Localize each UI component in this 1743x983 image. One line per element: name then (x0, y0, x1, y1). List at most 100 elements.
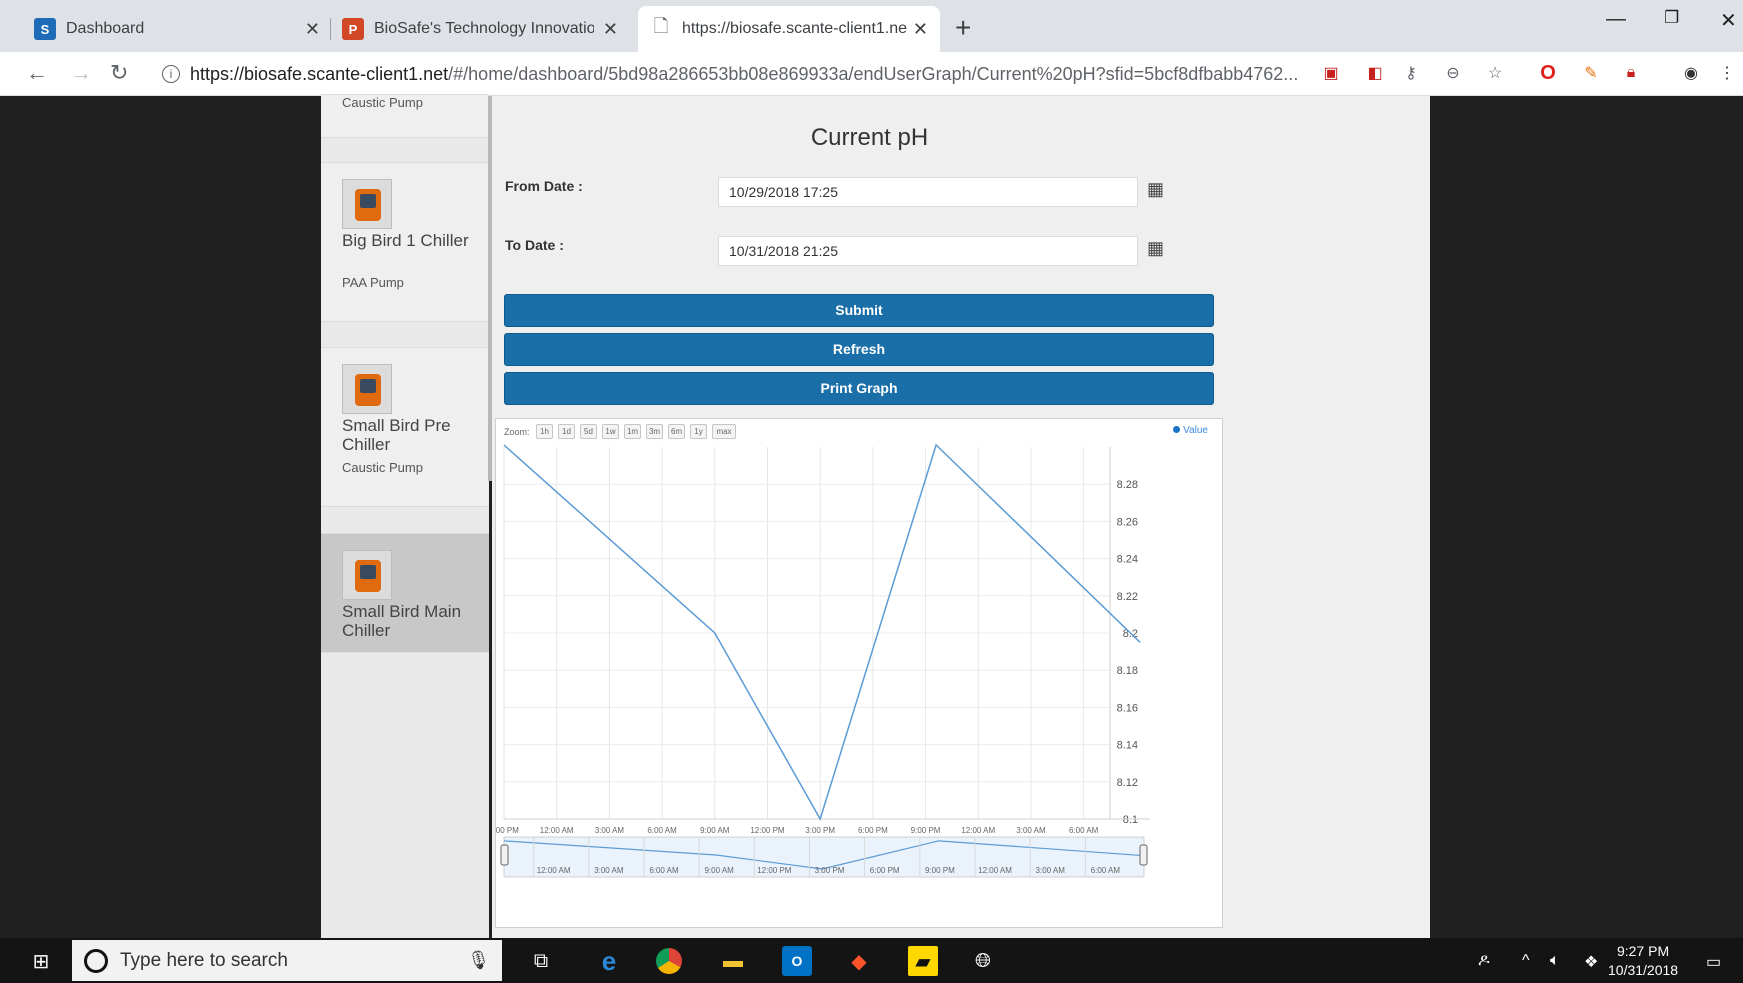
chart-svg[interactable]: 9:00 PM 12:00 AM 3:00 AM 6:00 AM 9:00 AM 12:0… (496, 419, 1224, 929)
extension-icon[interactable]: ◧ (1364, 62, 1386, 84)
device-card[interactable]: Caustic Pump (321, 94, 489, 138)
address-bar: ← → ↻ i https://biosafe.scante-client1.n… (0, 52, 1743, 96)
globe-app-icon[interactable]: 🌐︎ (968, 946, 998, 976)
windows-start-icon[interactable]: ⊞ (26, 946, 56, 976)
to-date-input[interactable] (718, 236, 1138, 266)
device-card[interactable]: Small Bird Pre Chiller Caustic Pump (321, 347, 489, 507)
device-card-selected[interactable]: Small Bird Main Chiller (321, 533, 489, 653)
calendar-icon[interactable]: ▦ (1147, 238, 1164, 259)
x-tick-label: 6:00 AM (647, 826, 677, 835)
y-tick-label: 8.16 (1117, 702, 1138, 714)
taskbar-clock[interactable]: 9:27 PM 10/31/2018 (1608, 942, 1678, 980)
url-path: /#/home/dashboard/5bd98a286653bb08e86993… (448, 63, 1299, 84)
page-body: Caustic Pump Big Bird 1 Chiller PAA Pump… (0, 94, 1743, 938)
tab-biosafe-graph[interactable]: 🗋 https://biosafe.scante-client1.net ✕ (638, 6, 940, 52)
y-tick-label: 8.1 (1123, 814, 1138, 826)
device-card[interactable]: Big Bird 1 Chiller PAA Pump (321, 162, 489, 322)
forward-icon[interactable]: → (70, 60, 92, 86)
sticky-notes-icon[interactable]: ▰ (908, 946, 938, 976)
cortana-icon (84, 948, 108, 973)
x-tick-label: 9:00 PM (496, 826, 519, 835)
taskbar-search[interactable]: Type here to search 🎙︎ (72, 940, 502, 981)
reload-icon[interactable]: ↻ (110, 60, 128, 86)
refresh-button[interactable]: Refresh (504, 333, 1214, 366)
graph-panel: Current pH From Date : ▦ To Date : ▦ Sub… (492, 96, 1430, 938)
brave-icon[interactable]: ◆ (844, 946, 874, 976)
url-field[interactable]: i https://biosafe.scante-client1.net/#/h… (162, 60, 1302, 88)
dropbox-icon[interactable]: ❖ (1584, 952, 1598, 972)
key-icon[interactable]: ⚷ (1400, 62, 1422, 84)
tab-label: https://biosafe.scante-client1.net (682, 20, 907, 37)
close-icon[interactable]: ✕ (603, 19, 618, 40)
close-window-button[interactable]: ✕ (1720, 8, 1737, 33)
extension-badge-icon[interactable]: ✎ (1580, 62, 1602, 84)
restore-button[interactable]: ❐ (1664, 8, 1679, 28)
powerpoint-icon: P (342, 18, 364, 40)
page-icon: 🗋 (653, 16, 669, 36)
chrome-icon[interactable] (654, 946, 684, 976)
close-icon[interactable]: ✕ (913, 19, 928, 40)
navigator-tick-label: 3:00 AM (594, 866, 624, 875)
volume-icon[interactable]: 🔈︎ (1550, 952, 1560, 970)
tab-label: BioSafe's Technology Innovation (374, 20, 594, 37)
navigator-tick-label: 6:00 AM (649, 866, 679, 875)
people-icon[interactable]: ዶ (1478, 952, 1490, 970)
back-icon[interactable]: ← (26, 60, 48, 86)
navigator-handle-right[interactable] (1139, 844, 1148, 866)
y-tick-label: 8.18 (1117, 665, 1138, 677)
edge-icon[interactable]: e (594, 946, 624, 976)
clock-time: 9:27 PM (1616, 943, 1670, 959)
y-tick-label: 8.24 (1117, 554, 1138, 566)
device-type: Caustic Pump (342, 460, 423, 475)
pump-image (342, 550, 392, 600)
menu-icon[interactable]: ⋮ (1716, 62, 1738, 84)
from-date-input[interactable] (718, 177, 1138, 207)
x-tick-label: 3:00 AM (595, 826, 625, 835)
calendar-icon[interactable]: ▦ (1147, 179, 1164, 200)
device-name: Small Bird Main Chiller (342, 602, 462, 640)
account-icon[interactable]: ◉ (1680, 62, 1702, 84)
bookmark-star-icon[interactable]: ☆ (1484, 62, 1506, 84)
y-tick-label: 8.26 (1117, 516, 1138, 528)
tab-biosafe-presentation[interactable]: P BioSafe's Technology Innovation ✕ (330, 6, 630, 52)
navigator-tick-label: 9:00 PM (925, 866, 955, 875)
submit-button[interactable]: Submit (504, 294, 1214, 327)
task-view-icon[interactable]: ⧉ (526, 946, 556, 976)
x-tick-label: 6:00 AM (1069, 826, 1099, 835)
info-icon[interactable]: i (162, 65, 180, 83)
outlook-icon[interactable]: O (782, 946, 812, 976)
to-date-label: To Date : (505, 237, 564, 253)
x-tick-label: 12:00 AM (961, 826, 995, 835)
clock-date: 10/31/2018 (1608, 962, 1679, 978)
page-title: Current pH (810, 124, 929, 151)
navigator-handle-left[interactable] (500, 844, 509, 866)
opera-icon[interactable]: O (1537, 62, 1559, 84)
print-graph-button[interactable]: Print Graph (504, 372, 1214, 405)
browser-tab-bar: S Dashboard ✕ P BioSafe's Technology Inn… (0, 0, 1743, 52)
minimize-button[interactable]: — (1606, 8, 1626, 31)
zoom-icon[interactable]: ⊖ (1442, 62, 1464, 84)
search-placeholder: Type here to search (120, 949, 288, 971)
y-tick-label: 8.28 (1117, 479, 1138, 491)
microphone-icon[interactable]: 🎙︎ (467, 950, 490, 971)
close-icon[interactable]: ✕ (305, 19, 320, 40)
new-tab-button[interactable]: + (955, 12, 971, 44)
y-tick-label: 8.22 (1117, 591, 1138, 603)
device-type: Caustic Pump (342, 95, 423, 110)
lock-extension-icon[interactable]: 🔒︎ (1620, 62, 1642, 84)
file-explorer-icon[interactable]: ▬ (718, 946, 748, 976)
cast-icon[interactable]: ▣ (1320, 62, 1342, 84)
x-tick-label: 12:00 AM (540, 826, 574, 835)
chevron-up-icon[interactable]: ^ (1522, 952, 1530, 970)
navigator-tick-label: 3:00 AM (1036, 866, 1066, 875)
tab-dashboard[interactable]: S Dashboard ✕ (22, 6, 332, 52)
device-sidebar: Caustic Pump Big Bird 1 Chiller PAA Pump… (321, 94, 492, 938)
y-tick-label: 8.12 (1117, 777, 1138, 789)
navigator-tick-label: 6:00 AM (1091, 866, 1121, 875)
pump-image (342, 364, 392, 414)
notifications-icon[interactable]: ▭ (1706, 952, 1721, 972)
sharepoint-icon: S (34, 18, 56, 40)
navigator-tick-label: 12:00 AM (978, 866, 1012, 875)
y-tick-label: 8.14 (1117, 740, 1138, 752)
windows-taskbar: ⊞ Type here to search 🎙︎ ⧉ e ▬ O ◆ ▰ 🌐︎ … (0, 938, 1743, 983)
